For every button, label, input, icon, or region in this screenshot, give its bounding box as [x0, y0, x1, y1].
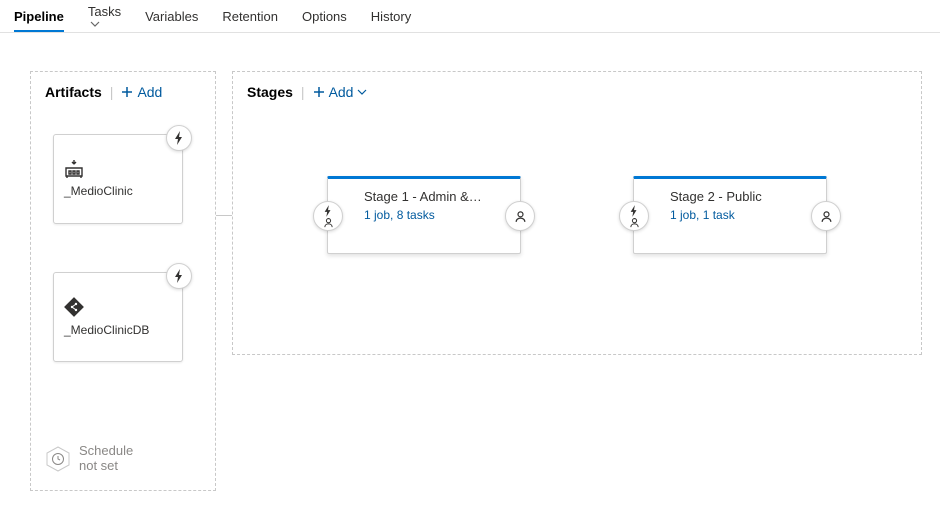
person-icon	[820, 210, 833, 223]
stage-subtitle: 1 job, 1 task	[670, 208, 798, 222]
add-artifact-button[interactable]: Add	[121, 84, 162, 100]
post-deployment-conditions-button[interactable]	[505, 201, 535, 231]
add-stage-label: Add	[329, 84, 354, 100]
stage-title: Stage 2 - Public	[670, 189, 798, 204]
pre-deployment-conditions-button[interactable]	[619, 201, 649, 231]
stage-subtitle: 1 job, 8 tasks	[364, 208, 492, 222]
artifact-trigger-button[interactable]	[166, 263, 192, 289]
lightning-icon	[629, 205, 639, 217]
separator: |	[301, 84, 305, 100]
separator: |	[110, 84, 114, 100]
clock-hexagon-icon	[45, 446, 71, 472]
schedule-line2: not set	[79, 459, 133, 474]
chevron-down-icon	[90, 19, 100, 29]
stages-heading: Stages	[247, 84, 293, 100]
stage-card-2[interactable]: Stage 2 - Public 1 job, 1 task	[633, 176, 827, 254]
post-deployment-conditions-button[interactable]	[811, 201, 841, 231]
artifact-card-medioclinicdb[interactable]: _MedioClinicDB	[53, 272, 183, 362]
tab-options[interactable]: Options	[302, 1, 347, 31]
artifacts-header: Artifacts | Add	[45, 84, 201, 100]
repo-artifact-icon	[64, 297, 172, 317]
stages-header: Stages | Add	[247, 84, 907, 100]
build-artifact-icon	[64, 160, 172, 178]
schedule-line1: Schedule	[79, 444, 133, 459]
pre-deployment-conditions-button[interactable]	[313, 201, 343, 231]
add-artifact-label: Add	[137, 84, 162, 100]
artifacts-panel: Artifacts | Add _MedioClinic	[30, 71, 216, 491]
plus-icon	[121, 86, 133, 98]
artifact-name: _MedioClinicDB	[64, 323, 172, 337]
tab-tasks-label: Tasks	[88, 4, 121, 19]
lightning-icon	[173, 269, 185, 283]
artifact-trigger-button[interactable]	[166, 125, 192, 151]
plus-icon	[313, 86, 325, 98]
tab-bar: Pipeline Tasks Variables Retention Optio…	[0, 0, 940, 33]
chevron-down-icon	[357, 87, 367, 97]
tab-history[interactable]: History	[371, 1, 411, 31]
tab-retention[interactable]: Retention	[222, 1, 278, 31]
lightning-icon	[173, 131, 185, 145]
stages-panel: Stages | Add Stage 1 - Admin &… 1 job, 8…	[232, 71, 922, 355]
schedule-button[interactable]: Schedule not set	[45, 444, 133, 474]
tab-variables[interactable]: Variables	[145, 1, 198, 31]
artifacts-heading: Artifacts	[45, 84, 102, 100]
artifact-card-medioclinic[interactable]: _MedioClinic	[53, 134, 183, 224]
lightning-icon	[323, 205, 333, 217]
add-stage-button[interactable]: Add	[313, 84, 368, 100]
schedule-text: Schedule not set	[79, 444, 133, 474]
pipeline-canvas: Artifacts | Add _MedioClinic	[0, 33, 940, 507]
stage-title: Stage 1 - Admin &…	[364, 189, 492, 204]
artifact-name: _MedioClinic	[64, 184, 172, 198]
tab-tasks[interactable]: Tasks	[88, 0, 121, 36]
person-icon	[514, 210, 527, 223]
stage-card-1[interactable]: Stage 1 - Admin &… 1 job, 8 tasks	[327, 176, 521, 254]
person-icon	[629, 217, 640, 228]
person-icon	[323, 217, 334, 228]
tab-pipeline[interactable]: Pipeline	[14, 1, 64, 31]
